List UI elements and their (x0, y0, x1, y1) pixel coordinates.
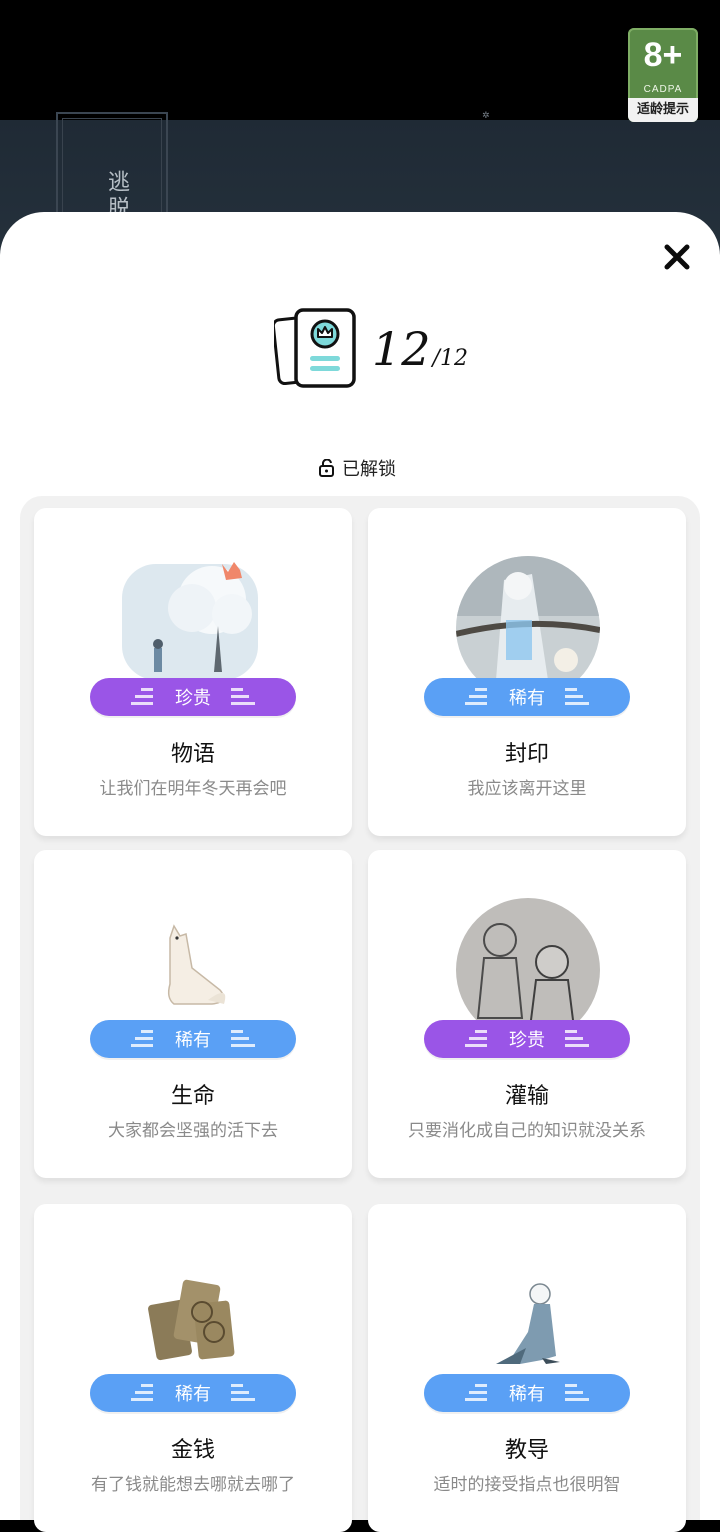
tag-left-lines-icon (131, 1030, 153, 1047)
rarity-label: 稀有 (509, 688, 545, 709)
kneeling-figure-image (496, 1283, 560, 1364)
item-card[interactable]: 稀有 金钱 有了钱就能想去哪就去哪了 (34, 1204, 352, 1532)
children-sketch-image (456, 898, 600, 1022)
rarity-tag: 稀有 (90, 1374, 296, 1412)
seal-image (456, 556, 600, 680)
item-card[interactable]: 稀有 生命 大家都会坚强的活下去 (34, 850, 352, 1178)
tag-left-lines-icon (465, 1030, 487, 1047)
item-description: 适时的接受指点也很明智 (433, 1475, 621, 1495)
tag-left-lines-icon (465, 688, 487, 705)
card-collection-icon (274, 308, 356, 388)
item-description: 有了钱就能想去哪就去哪了 (91, 1475, 295, 1495)
age-rating-footer: 适龄提示 (628, 98, 698, 122)
age-rating-badge: 8+ CADPA 适龄提示 (628, 28, 698, 122)
rarity-tag: 稀有 (424, 678, 630, 716)
age-rating-number: 8+ (643, 36, 683, 74)
item-description: 大家都会坚强的活下去 (108, 1121, 278, 1141)
total-count: /12 (432, 346, 468, 371)
item-card[interactable]: 稀有 教导 适时的接受指点也很明智 (368, 1204, 686, 1532)
item-card[interactable]: 稀有 封印 我应该离开这里 (368, 508, 686, 836)
tag-left-lines-icon (131, 688, 153, 705)
coins-image (148, 1279, 235, 1361)
collected-count: 12 (372, 322, 431, 376)
rarity-tag: 稀有 (90, 1020, 296, 1058)
sparkle-icon: ✲ (482, 111, 490, 121)
snow-tree-image (122, 562, 258, 680)
close-icon (664, 244, 690, 270)
unlocked-label: 已解锁 (342, 459, 396, 480)
item-card[interactable]: 珍贵 物语 让我们在明年冬天再会吧 (34, 508, 352, 836)
background-top (0, 0, 720, 120)
unlocked-filter[interactable]: 已解锁 (318, 456, 396, 480)
rarity-tag: 珍贵 (90, 678, 296, 716)
item-name: 金钱 (170, 1438, 215, 1463)
item-description: 我应该离开这里 (467, 779, 587, 799)
tag-left-lines-icon (131, 1384, 153, 1401)
tag-right-lines-icon (565, 1030, 589, 1047)
item-description: 只要消化成自己的知识就没关系 (408, 1121, 646, 1141)
tag-left-lines-icon (465, 1384, 487, 1401)
item-name: 教导 (504, 1438, 549, 1463)
item-name: 生命 (170, 1084, 215, 1109)
collection-summary: 12/12 (274, 308, 468, 392)
rarity-label: 稀有 (509, 1384, 545, 1405)
item-name: 灌输 (504, 1084, 549, 1109)
rarity-label: 稀有 (175, 1030, 211, 1051)
rarity-tag: 稀有 (424, 1374, 630, 1412)
tag-right-lines-icon (231, 1030, 255, 1047)
rarity-label: 珍贵 (175, 688, 211, 709)
item-name: 封印 (504, 742, 549, 767)
rarity-tag: 珍贵 (424, 1020, 630, 1058)
rarity-label: 稀有 (175, 1384, 211, 1405)
rarity-label: 珍贵 (509, 1030, 545, 1051)
item-card[interactable]: 珍贵 灌输 只要消化成自己的知识就没关系 (368, 850, 686, 1178)
unlock-icon (318, 459, 336, 477)
tag-right-lines-icon (565, 688, 589, 705)
fox-image (167, 924, 226, 1005)
tag-right-lines-icon (231, 688, 255, 705)
tag-right-lines-icon (231, 1384, 255, 1401)
item-name: 物语 (170, 742, 215, 767)
item-description: 让我们在明年冬天再会吧 (99, 779, 287, 799)
collection-count: 12/12 (372, 322, 468, 376)
age-rating-org: CADPA (643, 84, 683, 95)
close-button[interactable] (660, 240, 694, 274)
tag-right-lines-icon (565, 1384, 589, 1401)
